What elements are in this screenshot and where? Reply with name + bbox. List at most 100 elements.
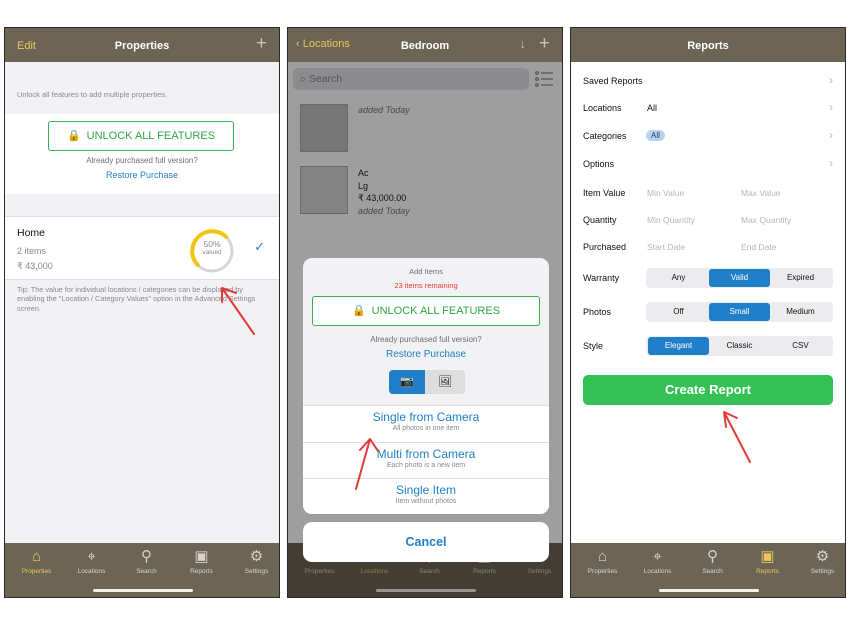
unlock-card: 🔒 UNLOCK ALL FEATURES Already purchased f… bbox=[5, 114, 279, 194]
gauge-percent: 50% bbox=[203, 239, 221, 249]
option-title: Multi from Camera bbox=[376, 447, 476, 461]
warranty-valid[interactable]: Valid bbox=[709, 269, 770, 287]
property-row-home[interactable]: Home 2 items ₹ 43,000 50% valued ✓ bbox=[5, 216, 279, 280]
cancel-button[interactable]: Cancel bbox=[303, 522, 549, 562]
home-icon: ⌂ bbox=[31, 548, 42, 565]
restore-purchase-link[interactable]: Restore Purchase bbox=[303, 349, 549, 360]
tab-label: Search bbox=[136, 568, 157, 575]
home-icon: ⌂ bbox=[597, 548, 608, 565]
tab-label: Properties bbox=[21, 568, 52, 575]
photo-library-icon[interactable]: 🖼 bbox=[425, 370, 465, 394]
photos-small[interactable]: Small bbox=[709, 303, 770, 321]
item-value-label: Item Value bbox=[583, 188, 626, 198]
unlock-all-features-button[interactable]: 🔒 UNLOCK ALL FEATURES bbox=[48, 121, 234, 151]
warranty-any[interactable]: Any bbox=[648, 269, 709, 287]
tab-label: Locations bbox=[77, 568, 106, 575]
gauge-caption: valued bbox=[202, 249, 222, 257]
unlock-note: Unlock all features to add multiple prop… bbox=[17, 90, 168, 99]
categories-value: All bbox=[646, 130, 665, 141]
single-from-camera-option[interactable]: Single from Camera All photos in one ite… bbox=[303, 405, 549, 442]
tab-settings[interactable]: ⚙ Settings bbox=[795, 547, 845, 575]
checkmark-icon: ✓ bbox=[254, 239, 265, 254]
tab-bar: ⌂ Properties ⌖ Locations ⚲ Search ▣ Reports ⚙ Set… bbox=[5, 543, 279, 597]
multi-from-camera-option[interactable]: Multi from Camera Each photo is a new it… bbox=[303, 442, 549, 479]
locations-row[interactable]: Locations bbox=[583, 103, 622, 113]
tab-reports[interactable]: ▣ Reports bbox=[740, 547, 795, 575]
end-date-input[interactable]: End Date bbox=[741, 242, 776, 252]
chevron-right-icon: › bbox=[829, 73, 833, 87]
clipboard-check-icon: ▣ bbox=[194, 548, 209, 565]
style-csv[interactable]: CSV bbox=[770, 337, 831, 355]
page-title: Reports bbox=[687, 40, 729, 52]
tab-search[interactable]: ⚲ Search bbox=[685, 547, 740, 575]
tab-search[interactable]: ⚲ Search bbox=[119, 547, 174, 575]
gauge-label: 50% valued bbox=[187, 239, 237, 257]
add-icon[interactable]: + bbox=[539, 34, 550, 53]
warranty-segmented: Any Valid Expired bbox=[646, 268, 833, 288]
tab-locations[interactable]: ⌖ Locations bbox=[64, 547, 119, 575]
property-name: Home bbox=[17, 227, 46, 239]
option-subtitle: Item without photos bbox=[395, 498, 457, 505]
tab-settings[interactable]: ⚙ Settings bbox=[229, 547, 279, 575]
nav-bar: Reports bbox=[571, 28, 845, 62]
options-row[interactable]: Options bbox=[583, 159, 614, 169]
style-label: Style bbox=[583, 341, 604, 351]
tab-reports[interactable]: ▣ Reports bbox=[174, 547, 229, 575]
add-items-sheet: Add Items 23 items remaining 🔒 UNLOCK ALL… bbox=[303, 258, 549, 514]
page-title: Properties bbox=[114, 40, 170, 52]
items-remaining: 23 items remaining bbox=[394, 281, 458, 290]
chevron-right-icon: › bbox=[829, 100, 833, 114]
photos-segmented: Off Small Medium bbox=[646, 302, 833, 322]
option-title: Single from Camera bbox=[372, 410, 480, 424]
tab-properties[interactable]: ⌂ Properties bbox=[575, 547, 630, 575]
option-title: Single Item bbox=[395, 483, 457, 497]
add-icon[interactable]: + bbox=[256, 34, 267, 53]
locations-value: All bbox=[647, 103, 658, 113]
categories-row[interactable]: Categories bbox=[583, 131, 627, 141]
chevron-right-icon: › bbox=[829, 156, 833, 170]
report-form: Saved Reports › Locations All › Categori… bbox=[571, 62, 845, 543]
sheet-title: Add Items bbox=[409, 267, 443, 276]
min-quantity-input[interactable]: Min Quantity bbox=[647, 215, 695, 225]
tab-bar: ⌂ Properties ⌖ Locations ⚲ Search ▣ Reports ⚙ Set… bbox=[571, 543, 845, 597]
photos-off[interactable]: Off bbox=[648, 303, 709, 321]
home-indicator bbox=[659, 589, 759, 592]
nav-bar: Edit Properties + bbox=[5, 28, 279, 62]
start-date-input[interactable]: Start Date bbox=[647, 242, 685, 252]
purchased-question: Already purchased full version? bbox=[86, 156, 198, 165]
purchased-label: Purchased bbox=[583, 242, 627, 252]
style-classic[interactable]: Classic bbox=[709, 337, 770, 355]
unlock-label: UNLOCK ALL FEATURES bbox=[86, 130, 216, 142]
chevron-right-icon: › bbox=[829, 128, 833, 142]
tab-label: Reports bbox=[756, 568, 779, 575]
home-indicator bbox=[93, 589, 193, 592]
create-report-button[interactable]: Create Report bbox=[583, 375, 833, 405]
tab-locations[interactable]: ⌖ Locations bbox=[630, 547, 685, 575]
max-quantity-input[interactable]: Max Quantity bbox=[741, 215, 791, 225]
quantity-label: Quantity bbox=[583, 215, 617, 225]
tab-properties[interactable]: ⌂ Properties bbox=[9, 547, 64, 575]
warranty-expired[interactable]: Expired bbox=[770, 269, 831, 287]
search-icon: ⚲ bbox=[141, 548, 152, 565]
gear-icon: ⚙ bbox=[249, 548, 264, 565]
style-elegant[interactable]: Elegant bbox=[648, 337, 709, 355]
option-subtitle: All photos in one item bbox=[392, 425, 460, 432]
location-pin-icon: ⌖ bbox=[653, 548, 662, 565]
nav-bar: ‹ Locations Bedroom ↓ + bbox=[288, 28, 562, 62]
tab-label: Locations bbox=[643, 568, 672, 575]
bedroom-screen: ‹ Locations Bedroom ↓ + ⌕ Search added T… bbox=[287, 27, 563, 598]
restore-purchase-link[interactable]: Restore Purchase bbox=[5, 170, 279, 180]
unlock-all-features-button[interactable]: 🔒 UNLOCK ALL FEATURES bbox=[312, 296, 540, 326]
single-item-option[interactable]: Single Item Item without photos bbox=[303, 478, 549, 514]
unlock-label: UNLOCK ALL FEATURES bbox=[371, 305, 501, 317]
property-value: ₹ 43,000 bbox=[17, 261, 53, 271]
sort-icon[interactable]: ↓ bbox=[520, 37, 527, 50]
min-value-input[interactable]: Min Value bbox=[647, 188, 684, 198]
max-value-input[interactable]: Max Value bbox=[741, 188, 781, 198]
tab-label: Settings bbox=[244, 568, 269, 575]
reports-screen: Reports Saved Reports › Locations All › … bbox=[570, 27, 846, 598]
camera-icon[interactable]: 📷 bbox=[389, 370, 425, 394]
photos-medium[interactable]: Medium bbox=[770, 303, 831, 321]
saved-reports-row[interactable]: Saved Reports bbox=[583, 76, 643, 86]
search-icon: ⚲ bbox=[707, 548, 718, 565]
